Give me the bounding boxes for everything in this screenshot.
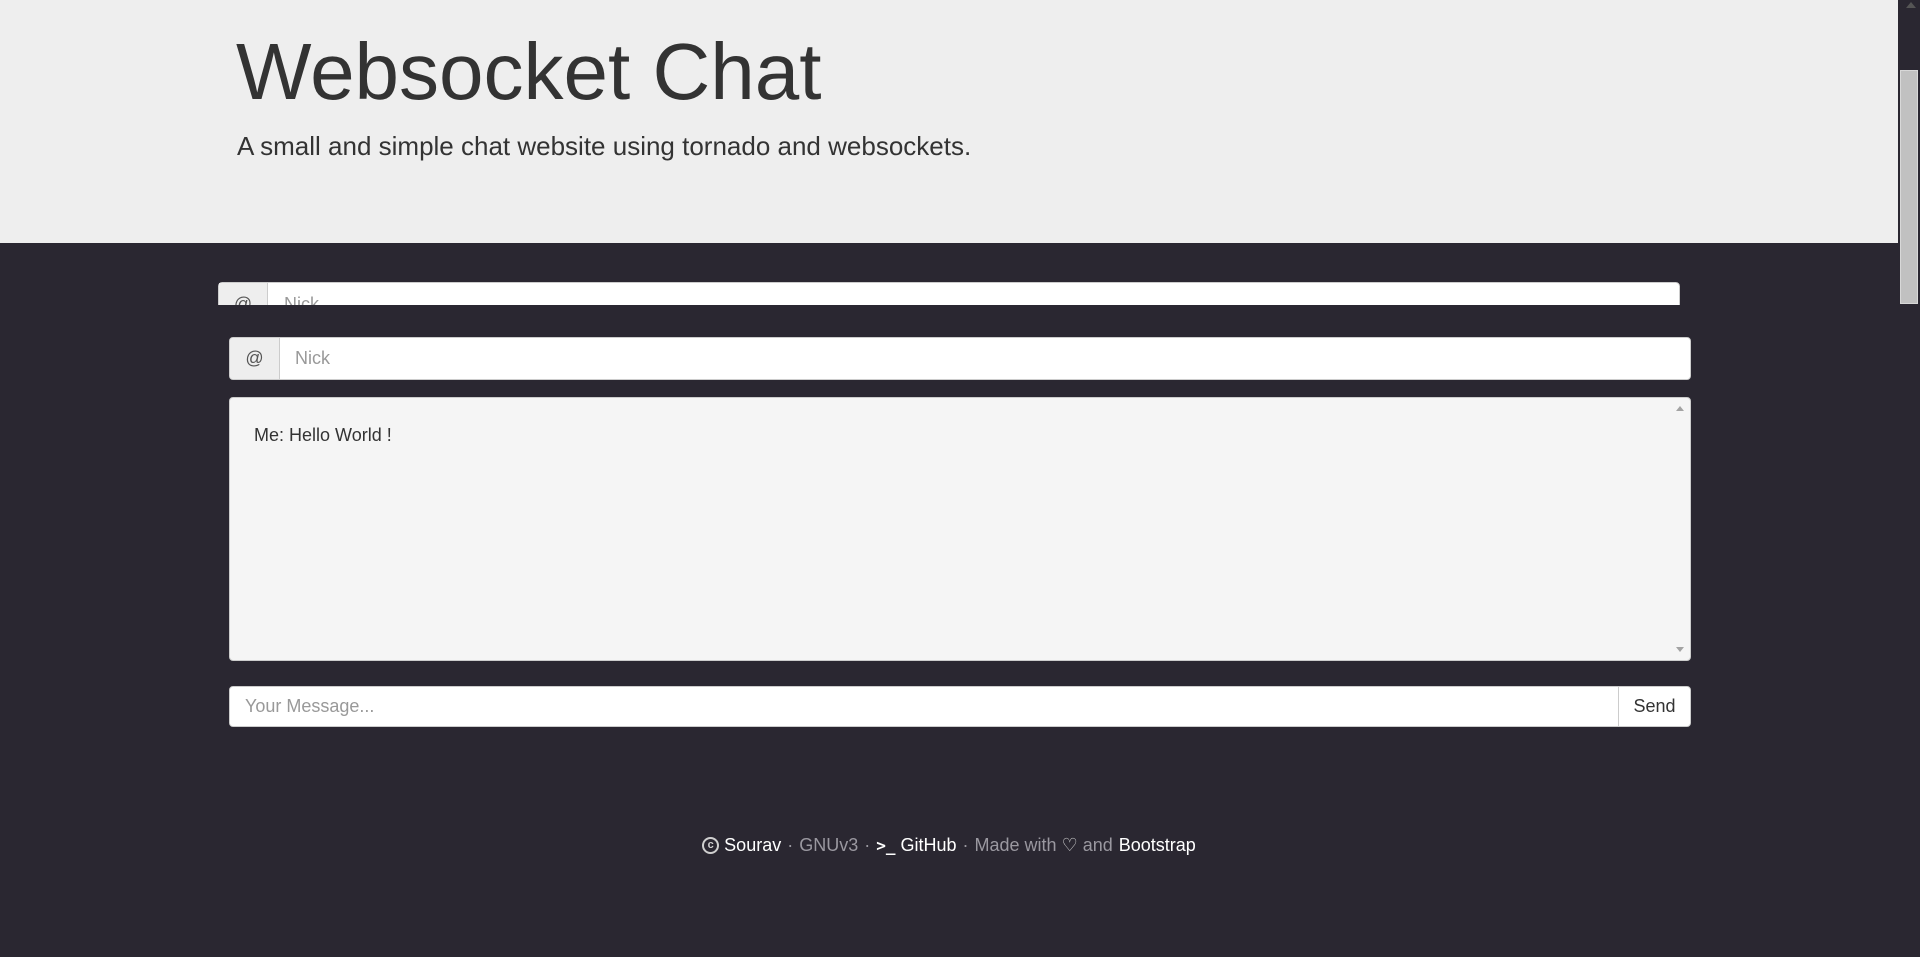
ghost-nick-addon: @ [219,283,268,305]
page-title: Websocket Chat [236,27,822,116]
footer-separator: · [787,834,794,855]
chat-scroll-up-icon[interactable] [1676,406,1684,411]
footer-made-with: Made with [974,834,1057,855]
chat-message: Me: Hello World ! [254,425,392,445]
message-input[interactable] [230,687,1618,726]
ghost-nick-input: @ Nick [218,282,1680,305]
terminal-icon: >_ [876,835,896,855]
heart-icon: ♡ [1061,834,1078,855]
ghost-nick-input-group: @ Nick [218,282,1680,305]
message-input-group: Send [229,686,1691,727]
footer-bootstrap-link[interactable]: Bootstrap [1119,835,1196,856]
nick-at-addon: @ [230,338,280,379]
footer-separator: · [962,834,969,855]
page-scrollbar-thumb[interactable] [1900,70,1918,304]
footer-author-link[interactable]: Sourav [724,835,781,856]
footer: c Sourav · GNUv3 · >_ GitHub · Made with… [0,832,1898,858]
scroll-up-arrow-icon[interactable] [1906,2,1916,8]
footer-separator: · [864,834,871,855]
footer-license: GNUv3 [799,834,859,855]
nick-input[interactable] [280,338,1690,379]
footer-github-link[interactable]: GitHub [901,835,957,856]
nick-input-group: @ [229,337,1691,380]
copyright-icon: c [702,836,720,854]
ghost-nick-placeholder: Nick [284,294,319,305]
chat-scroll-down-icon[interactable] [1676,647,1684,652]
header-jumbotron: Websocket Chat A small and simple chat w… [0,0,1898,243]
send-button[interactable]: Send [1618,687,1690,726]
footer-and: and [1082,834,1113,855]
page: Websocket Chat A small and simple chat w… [0,0,1920,957]
page-subtitle: A small and simple chat website using to… [237,131,972,161]
chat-log[interactable]: Me: Hello World ! [229,397,1691,661]
